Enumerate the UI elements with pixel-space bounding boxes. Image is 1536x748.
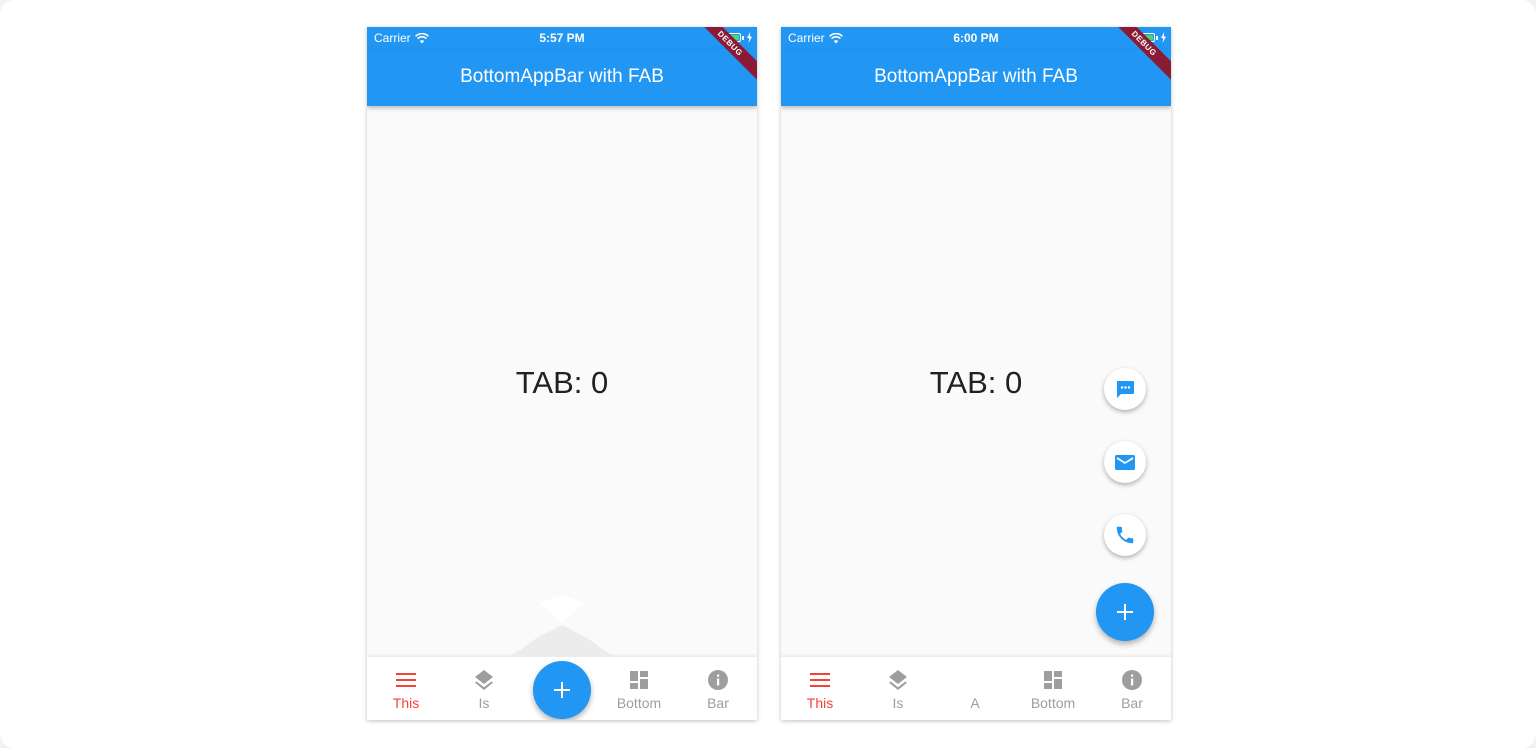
tab-bar[interactable]: Bar: [683, 669, 753, 711]
phone-screen-2: Carrier 6:00 PM BottomAppBar with FAB DE…: [781, 27, 1171, 720]
dashboard-icon: [1044, 671, 1062, 689]
tab-bottom[interactable]: Bottom: [1018, 669, 1088, 711]
tab-label: Bar: [1121, 695, 1143, 711]
info-icon: [708, 670, 728, 690]
tab-label: This: [806, 695, 834, 711]
tab-this[interactable]: This: [785, 669, 855, 711]
phone-fab-button[interactable]: [1104, 514, 1146, 556]
chat-icon: [1117, 381, 1134, 398]
debug-banner: DEBUG: [1111, 27, 1171, 87]
chat-fab-button[interactable]: [1104, 368, 1146, 410]
tab-is[interactable]: Is: [449, 669, 519, 711]
add-fab-button[interactable]: [1096, 583, 1154, 641]
tab-label: A: [970, 695, 980, 711]
mail-icon: [1115, 455, 1135, 470]
tab-label: Is: [478, 695, 490, 711]
plus-icon: [1117, 604, 1133, 620]
layers-icon: [889, 670, 907, 690]
tab-this[interactable]: This: [371, 669, 441, 711]
dashboard-icon: [630, 671, 648, 689]
screenshot-canvas: Carrier 5:57 PM BottomAppBar with FAB DE…: [0, 0, 1536, 748]
layers-icon: [475, 670, 493, 690]
plus-icon: [554, 682, 570, 698]
bottom-app-bar: This Is A Bottom Bar: [781, 657, 1171, 720]
debug-banner-wrap: DEBUG: [1111, 27, 1171, 87]
phone-screen-1: Carrier 5:57 PM BottomAppBar with FAB DE…: [367, 27, 757, 720]
tab-label: Bottom: [616, 695, 662, 711]
debug-banner: DEBUG: [697, 27, 757, 87]
tab-a[interactable]: A: [940, 669, 1010, 711]
menu-icon: [396, 673, 416, 687]
tab-label: Bar: [707, 695, 729, 711]
menu-icon: [810, 673, 830, 687]
info-icon: [1122, 670, 1142, 690]
tab-body-text: TAB: 0: [515, 365, 609, 400]
add-fab-button[interactable]: [533, 661, 591, 719]
debug-banner-wrap: DEBUG: [697, 27, 757, 87]
tab-label: Is: [892, 695, 904, 711]
tab-label: Bottom: [1030, 695, 1076, 711]
tab-bar[interactable]: Bar: [1097, 669, 1167, 711]
fab-notch-shape: [507, 595, 617, 657]
tab-label: This: [392, 695, 420, 711]
tab-is[interactable]: Is: [863, 669, 933, 711]
phone-icon: [1116, 526, 1134, 544]
mail-fab-button[interactable]: [1104, 441, 1146, 483]
empty-icon-slot: [940, 669, 1010, 691]
tab-bottom[interactable]: Bottom: [604, 669, 674, 711]
